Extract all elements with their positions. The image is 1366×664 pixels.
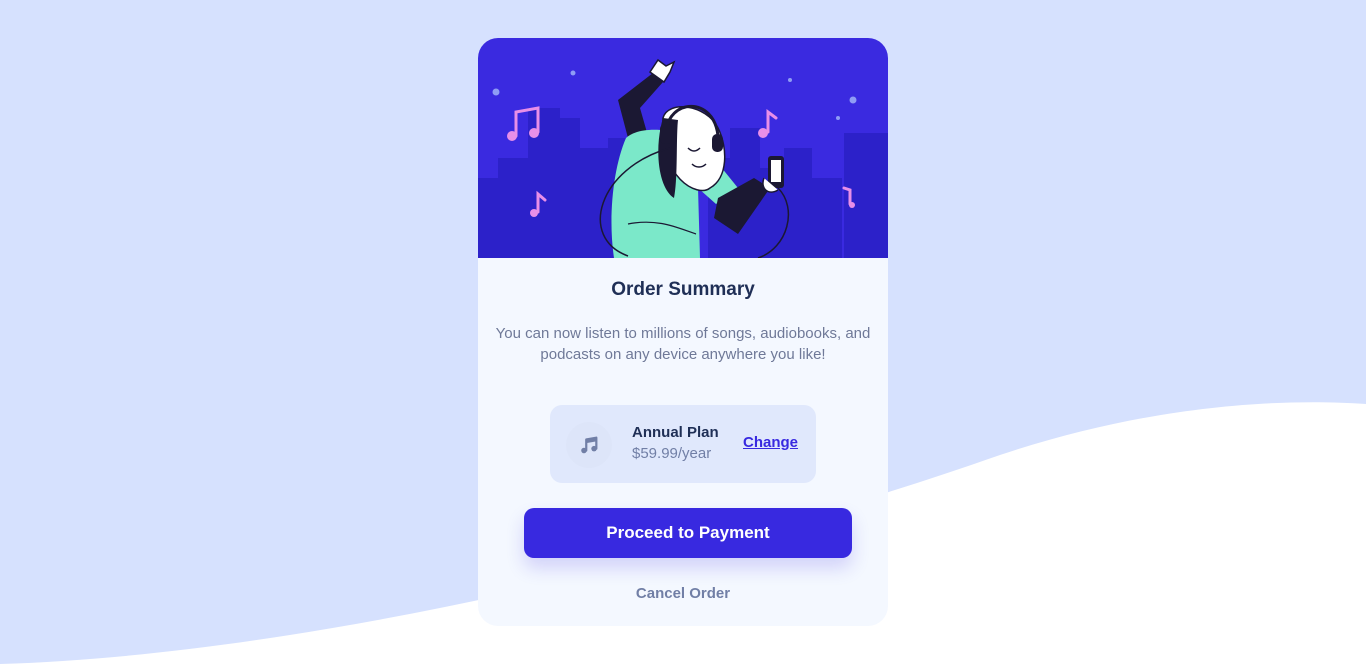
proceed-to-payment-button[interactable]: Proceed to Payment — [524, 508, 852, 558]
plan-name: Annual Plan — [632, 424, 719, 441]
order-summary-title: Order Summary — [611, 279, 755, 300]
plan-box: Annual Plan $59.99/year Change — [550, 405, 816, 483]
cancel-order-button[interactable]: Cancel Order — [478, 585, 888, 602]
change-plan-link[interactable]: Change — [743, 434, 798, 451]
music-note-icon — [566, 422, 612, 468]
order-summary-description: You can now listen to millions of songs,… — [495, 325, 871, 363]
hero-illustration — [478, 38, 888, 258]
order-summary-card: Order Summary You can now listen to mill… — [478, 38, 888, 626]
plan-price: $59.99/year — [632, 445, 712, 462]
